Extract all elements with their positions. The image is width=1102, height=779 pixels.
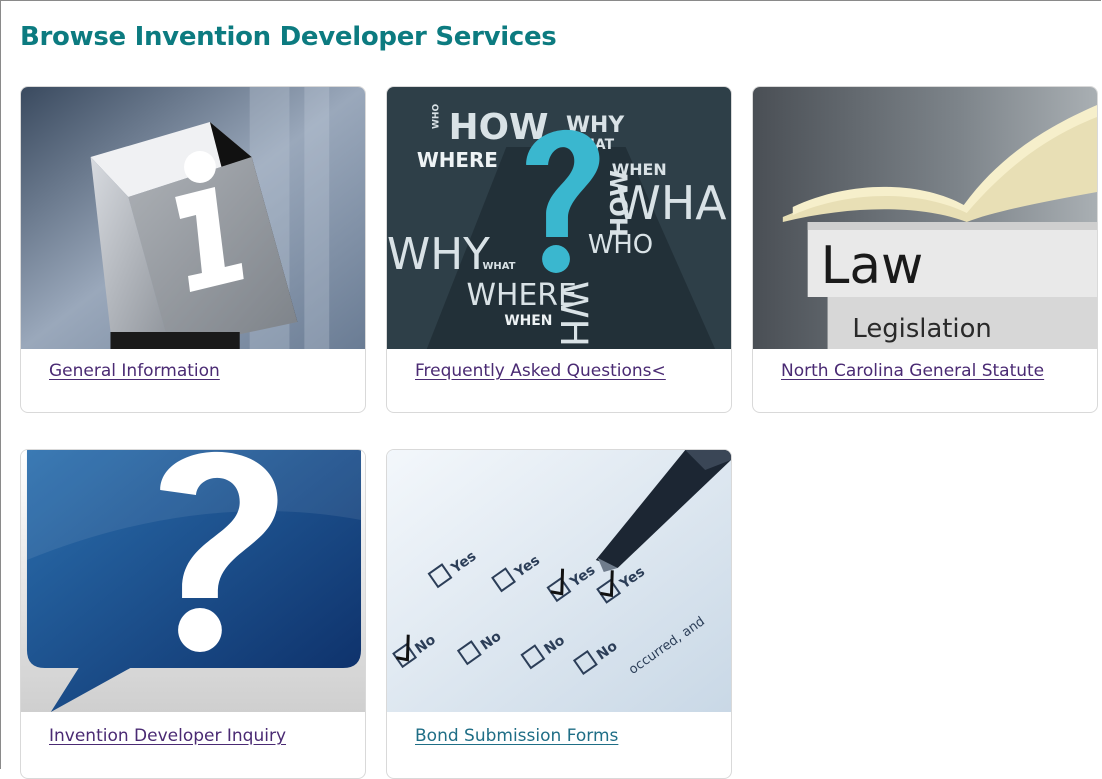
service-card-nc-general-statute[interactable]: Law Legislation North Carolina General S… — [752, 86, 1098, 413]
invention-developer-inquiry-link[interactable]: Invention Developer Inquiry — [49, 726, 286, 746]
svg-text:HOW: HOW — [449, 107, 549, 148]
svg-text:WHERE: WHERE — [417, 148, 498, 172]
general-information-link[interactable]: General Information — [49, 361, 220, 381]
service-card-general-information[interactable]: General Information — [20, 86, 366, 413]
svg-text:WHEN: WHEN — [504, 313, 552, 329]
service-card-bond-submission-forms[interactable]: Yes Yes No No Yes No Yes No occurred, an… — [386, 449, 732, 779]
svg-text:HOW: HOW — [606, 170, 634, 237]
question-speech-bubble-image[interactable] — [21, 450, 365, 712]
nc-general-statute-link[interactable]: North Carolina General Statute — [781, 361, 1044, 381]
bond-submission-forms-link[interactable]: Bond Submission Forms — [415, 726, 618, 746]
law-books-image[interactable]: Law Legislation — [753, 87, 1097, 349]
faq-link[interactable]: Frequently Asked Questions< — [415, 361, 666, 381]
svg-text:WHY: WHY — [387, 229, 490, 280]
svg-text:WHAT: WHAT — [482, 261, 515, 272]
service-card-invention-developer-inquiry[interactable]: Invention Developer Inquiry — [20, 449, 366, 779]
checklist-form-pen-image[interactable]: Yes Yes No No Yes No Yes No occurred, an… — [387, 450, 731, 712]
svg-text:WHO: WHO — [432, 104, 442, 129]
info-cube-image[interactable] — [21, 87, 365, 349]
svg-text:Legislation: Legislation — [852, 314, 991, 344]
question-word-cloud-image[interactable]: HOW WHO WHY WHAT WHERE WHEN WHA HOW WHO … — [387, 87, 731, 349]
service-card-faq[interactable]: HOW WHO WHY WHAT WHERE WHEN WHA HOW WHO … — [386, 86, 732, 413]
page-title: Browse Invention Developer Services — [20, 22, 557, 52]
svg-text:WHE: WHE — [552, 281, 596, 349]
svg-text:WHO: WHO — [588, 230, 653, 260]
svg-text:Law: Law — [821, 236, 924, 296]
